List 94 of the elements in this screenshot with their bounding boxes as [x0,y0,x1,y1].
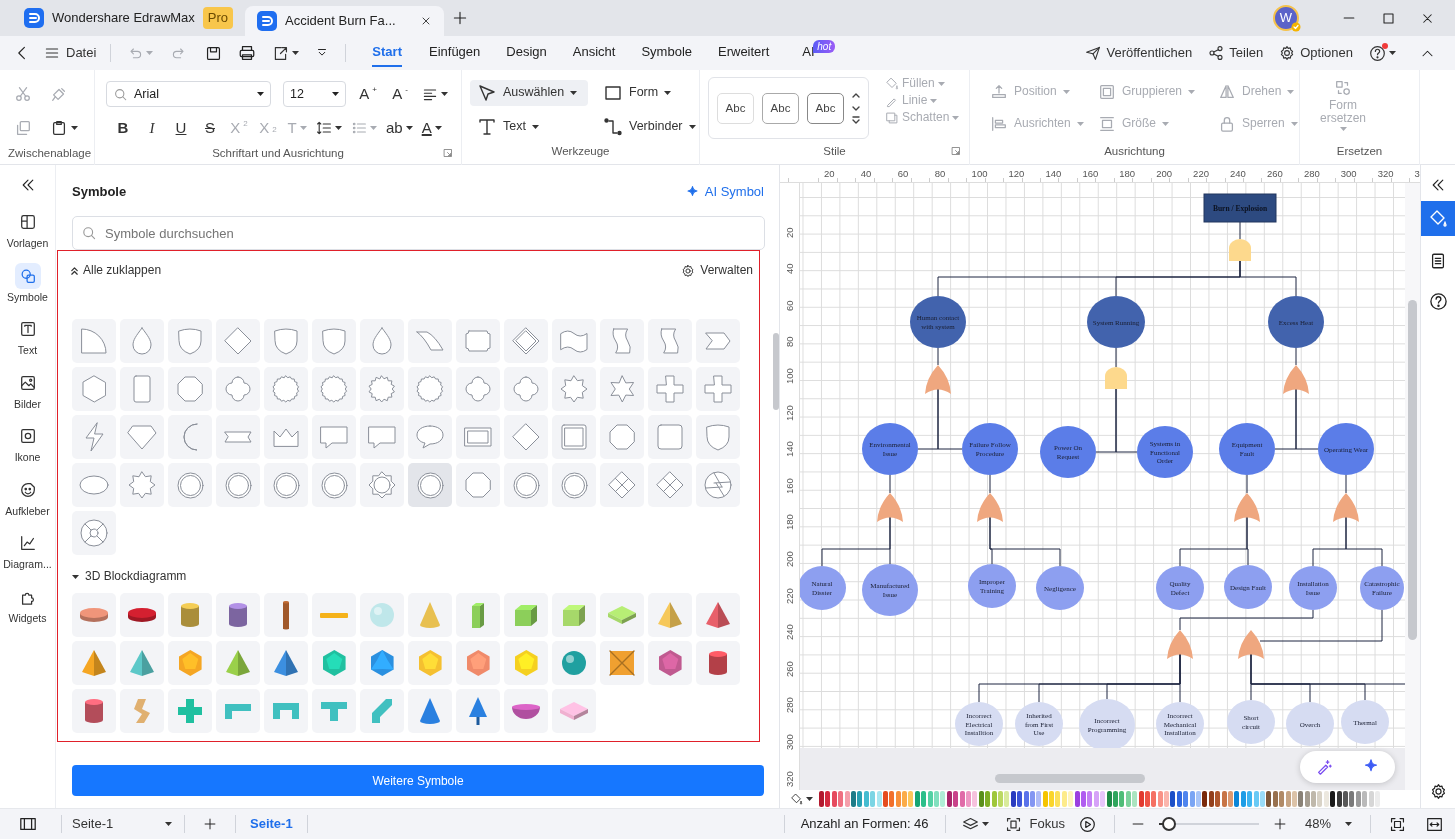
share-button[interactable]: Teilen [1208,45,1264,61]
select-tool-button[interactable]: Auswählen [470,80,588,106]
group-title: Schriftart und Ausrichtung [212,147,344,159]
ruler-label: 260 [783,660,796,677]
bold-button[interactable]: B [113,115,133,141]
ruler-label: 80 [783,336,796,348]
hot-badge: hot [813,39,836,53]
style-sample[interactable]: Abc [717,92,754,124]
ruler-label: 120 [1008,167,1025,181]
ruler-label: 300 [1340,167,1357,181]
shape-tool-button[interactable]: Form [596,80,696,106]
ruler-label: 160 [783,477,796,494]
case-button[interactable]: ab [386,115,413,141]
tab-label: Wondershare EdrawMax [52,9,195,28]
focus-button[interactable]: Fokus [1004,815,1065,833]
text-tool-button[interactable]: Text [470,114,588,140]
ruler-label: 20 [823,167,835,181]
sidebar-tab[interactable]: Symbole [0,257,56,309]
sidebar-tab[interactable]: Bilder [0,364,56,416]
group-title: Werkzeuge [551,144,610,157]
ruler-label: 20 [783,227,796,238]
menu-tab[interactable]: Design [506,38,547,68]
ai-symbol-link[interactable]: AI Symbol [684,184,764,200]
sidebar-tab[interactable]: Text [0,311,56,362]
ruler-label: 320 [783,770,796,787]
panel-title: Symbole [72,183,127,202]
shape-count: Anzahl an Formen: 46 [800,815,929,834]
group-title: Ersetzen [1336,144,1383,157]
sidebar-tab[interactable]: Aufkleber [0,471,56,523]
ruler-label: 3 [1414,167,1420,181]
style-sample[interactable]: Abc [762,92,799,124]
pro-badge: Pro [202,7,234,29]
ruler-label: 280 [783,697,796,714]
ruler-label: 40 [860,167,872,181]
manage-button[interactable]: Verwalten [681,264,753,278]
ruler-label: 160 [1082,167,1099,181]
group-title: Ausrichtung [1104,144,1165,157]
collapse-all-button[interactable]: Alle zuklappen [70,264,162,278]
strike-button[interactable]: S [200,115,220,141]
font-size-select[interactable]: 12 [283,81,346,107]
ruler-label: 240 [783,624,796,641]
menu-tab[interactable]: AI [802,38,815,68]
menu-tab[interactable]: Erweitert [718,38,770,68]
font-family-select[interactable]: Arial [106,81,271,107]
group-title: Stile [823,144,846,157]
ruler-label: 60 [897,167,909,181]
ruler-label: 220 [1193,167,1209,181]
app-tab[interactable]: Wondershare EdrawMax Pro [12,0,246,36]
ruler-label: 180 [1119,167,1136,181]
ruler-label: 260 [1267,167,1283,181]
sidebar-tab[interactable]: Diagram... [0,525,56,576]
shrink-button[interactable]: A$^{-}$ [390,81,410,107]
connector-tool-button[interactable]: Verbinder [596,114,696,140]
zoom-select[interactable]: 48% [1304,816,1352,832]
underline-button[interactable]: U [171,115,191,141]
menu-tab[interactable]: Symbole [641,38,692,68]
ruler-label: 240 [1230,167,1246,181]
ruler-label: 180 [783,514,796,531]
style-sample[interactable]: Abc [807,92,844,124]
ruler-label: 80 [934,167,946,181]
publish-button[interactable]: Veröffentlichen [1085,45,1193,61]
sidebar-tab[interactable]: Widgets [0,578,56,630]
ruler-label: 320 [1377,167,1394,181]
user-avatar[interactable]: W [1273,5,1299,31]
more-symbols-button[interactable]: Weitere Symbole [72,765,764,796]
page-tab[interactable]: Seite-1 [244,816,299,832]
menu-tab[interactable]: Einfügen [429,38,481,68]
search-field[interactable]: Symbole durchsuchen [72,216,765,250]
section-header[interactable]: 3D Blockdiagramm [72,561,187,593]
file-menu-button[interactable]: Datei [44,45,97,61]
grow-button[interactable]: A$^{+}$ [358,81,378,107]
sidebar-tab[interactable]: Ikone [0,418,56,469]
page-select[interactable]: Seite-1 [72,816,172,832]
ruler-label: 100 [783,368,796,384]
italic-button[interactable]: I [142,115,162,141]
ruler-label: 40 [783,263,796,275]
ruler-label: 140 [1045,167,1062,181]
menu-tab[interactable]: Start [372,38,402,68]
options-button[interactable]: Optionen [1279,45,1353,61]
ruler-label: 200 [1156,167,1173,181]
ruler-label: 120 [783,404,796,421]
ruler-label: 280 [1303,167,1320,181]
sidebar-tab[interactable]: Vorlagen [0,204,56,255]
ruler-label: 200 [783,551,796,567]
ruler-label: 100 [971,167,988,181]
group-title: Zwischenablage [8,147,92,159]
ruler-label: 60 [783,300,796,311]
tab-label: Accident Burn Fa... [285,12,396,31]
ruler-label: 220 [783,587,796,604]
ruler-label: 300 [783,734,796,750]
color-button[interactable]: A [421,115,442,141]
menu-tab[interactable]: Ansicht [572,38,616,68]
ruler-label: 140 [783,441,796,458]
document-tab[interactable]: Accident Burn Fa... [245,6,444,36]
